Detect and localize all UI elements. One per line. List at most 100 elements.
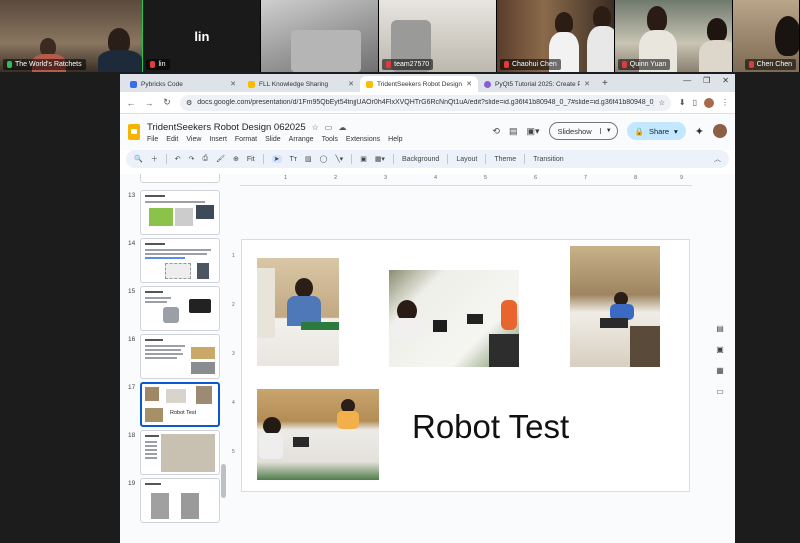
- slide-thumbnail[interactable]: 14: [126, 238, 226, 283]
- keep-icon[interactable]: ▤: [716, 324, 724, 333]
- gemini-icon[interactable]: ✦: [695, 125, 704, 138]
- more-menu-icon[interactable]: ⋮: [721, 98, 729, 107]
- slide-photo[interactable]: [570, 246, 660, 367]
- maximize-icon[interactable]: ❐: [703, 76, 710, 85]
- contacts-icon[interactable]: ▭: [716, 387, 724, 396]
- back-icon[interactable]: ←: [126, 98, 136, 108]
- participant-tile[interactable]: team27570: [379, 0, 497, 72]
- participant-tile[interactable]: Quinn Yuan: [614, 0, 733, 72]
- close-window-icon[interactable]: ✕: [722, 76, 729, 85]
- site-info-icon[interactable]: ⚙: [186, 99, 192, 107]
- slideshow-button[interactable]: Slideshow ▼: [548, 122, 618, 140]
- zoom-select[interactable]: Fit: [247, 156, 255, 163]
- paint-format-icon[interactable]: 🖌: [216, 155, 225, 163]
- menu-extensions[interactable]: Extensions: [346, 136, 380, 143]
- sidepanel-icon[interactable]: ▯: [693, 98, 697, 107]
- participant-tile[interactable]: Chaohui Chen: [496, 0, 615, 72]
- collapse-toolbar-icon[interactable]: ︿: [714, 154, 721, 164]
- address-bar[interactable]: ⚙ docs.google.com/presentation/d/1Fm95Qb…: [180, 94, 671, 111]
- forward-icon[interactable]: →: [144, 98, 154, 108]
- share-button[interactable]: 🔒 Share ▾: [626, 122, 686, 140]
- menu-help[interactable]: Help: [388, 136, 402, 143]
- slide-thumbnail-partial[interactable]: [126, 174, 226, 183]
- minimize-icon[interactable]: —: [683, 76, 691, 85]
- slide-photo[interactable]: [389, 270, 519, 367]
- slide-thumbnail[interactable]: 13: [126, 190, 226, 235]
- close-tab-icon[interactable]: ✕: [230, 80, 236, 88]
- calendar-icon[interactable]: ▦: [716, 366, 724, 375]
- new-slide-icon[interactable]: ＋: [151, 154, 158, 164]
- print-icon[interactable]: ⎙: [202, 155, 208, 163]
- lock-icon: 🔒: [634, 126, 644, 136]
- slide-photo[interactable]: [257, 258, 339, 366]
- slide-thumbnail[interactable]: 19: [126, 478, 226, 523]
- undo-icon[interactable]: ↶: [175, 155, 181, 163]
- comments-icon[interactable]: ▤: [509, 126, 518, 137]
- menu-view[interactable]: View: [186, 136, 201, 143]
- participant-name: lin: [146, 59, 170, 70]
- history-icon[interactable]: ⟲: [492, 126, 500, 137]
- transition-button[interactable]: Transition: [533, 156, 563, 163]
- search-menus-icon[interactable]: 🔍: [134, 155, 143, 163]
- participant-name: The World's Ratchets: [3, 59, 86, 70]
- slide-title-text[interactable]: Robot Test: [412, 408, 569, 446]
- slide-thumbnail[interactable]: 16: [126, 334, 226, 379]
- video-gallery: The World's Ratchets lin lin team27570 C…: [0, 0, 800, 72]
- slide-thumbnail-selected[interactable]: 17 Robot Test: [126, 382, 226, 427]
- address-bar-row: ← → ↻ ⚙ docs.google.com/presentation/d/1…: [120, 92, 735, 114]
- participant-tile[interactable]: lin lin: [143, 0, 262, 72]
- slides-logo-icon[interactable]: [128, 124, 140, 140]
- downloads-icon[interactable]: ⬇: [679, 98, 686, 107]
- filmstrip-scrollbar[interactable]: [221, 464, 226, 498]
- document-title[interactable]: TridentSeekers Robot Design 062025: [147, 122, 306, 133]
- pybricks-favicon-icon: [130, 80, 137, 88]
- menu-insert[interactable]: Insert: [209, 136, 227, 143]
- screen: The World's Ratchets lin lin team27570 C…: [0, 0, 800, 543]
- text-box-icon[interactable]: Tт: [290, 156, 297, 163]
- meet-video-icon[interactable]: ▣▾: [526, 126, 539, 137]
- close-tab-icon[interactable]: ✕: [348, 80, 354, 88]
- browser-tab[interactable]: Pybricks Code ✕: [124, 76, 242, 92]
- menu-file[interactable]: File: [147, 136, 158, 143]
- slide-thumbnail[interactable]: 18: [126, 430, 226, 475]
- background-button[interactable]: Background: [402, 156, 439, 163]
- account-avatar[interactable]: [713, 124, 727, 138]
- new-tab-button[interactable]: +: [596, 76, 614, 92]
- zoom-icon[interactable]: ⊕: [233, 155, 239, 163]
- star-icon[interactable]: ☆: [312, 123, 319, 132]
- theme-button[interactable]: Theme: [494, 156, 516, 163]
- browser-tab[interactable]: PyQt5 Tutorial 2025: Create PyQ ✕: [478, 76, 596, 92]
- slide-photo[interactable]: [257, 389, 379, 480]
- close-tab-icon[interactable]: ✕: [584, 80, 590, 88]
- participant-name: team27570: [382, 59, 434, 70]
- move-folder-icon[interactable]: ▭: [325, 123, 333, 132]
- shape-icon[interactable]: ◯: [320, 155, 328, 163]
- chevron-down-icon[interactable]: ▾: [674, 127, 678, 136]
- line-icon[interactable]: ╲▾: [335, 155, 343, 163]
- bookmark-star-icon[interactable]: ☆: [659, 99, 665, 107]
- profile-avatar[interactable]: [704, 97, 714, 108]
- menu-slide[interactable]: Slide: [265, 136, 281, 143]
- redo-icon[interactable]: ↷: [189, 155, 195, 163]
- menu-edit[interactable]: Edit: [166, 136, 178, 143]
- browser-tab-active[interactable]: TridentSeekers Robot Design 0 ✕: [360, 76, 478, 92]
- layout-grid-icon[interactable]: ▦▾: [375, 155, 385, 163]
- tasks-icon[interactable]: ▣: [716, 345, 724, 354]
- reload-icon[interactable]: ↻: [162, 97, 172, 108]
- participant-tile[interactable]: The World's Ratchets: [0, 0, 144, 72]
- select-tool-icon[interactable]: ➤: [271, 155, 282, 163]
- menu-tools[interactable]: Tools: [322, 136, 338, 143]
- menu-arrange[interactable]: Arrange: [289, 136, 314, 143]
- menu-format[interactable]: Format: [235, 136, 257, 143]
- muted-mic-icon: [503, 61, 509, 68]
- browser-tab[interactable]: FLL Knowledge Sharing ✕: [242, 76, 360, 92]
- comment-icon[interactable]: ▣: [360, 155, 367, 163]
- participant-tile[interactable]: Chen Chen: [732, 0, 800, 72]
- close-tab-icon[interactable]: ✕: [466, 80, 472, 88]
- layout-button[interactable]: Layout: [456, 156, 477, 163]
- image-icon[interactable]: ▨: [305, 155, 312, 163]
- current-slide[interactable]: Robot Test: [242, 240, 689, 491]
- participant-tile[interactable]: [261, 0, 380, 72]
- chevron-down-icon[interactable]: ▼: [599, 128, 617, 134]
- slide-thumbnail[interactable]: 15: [126, 286, 226, 331]
